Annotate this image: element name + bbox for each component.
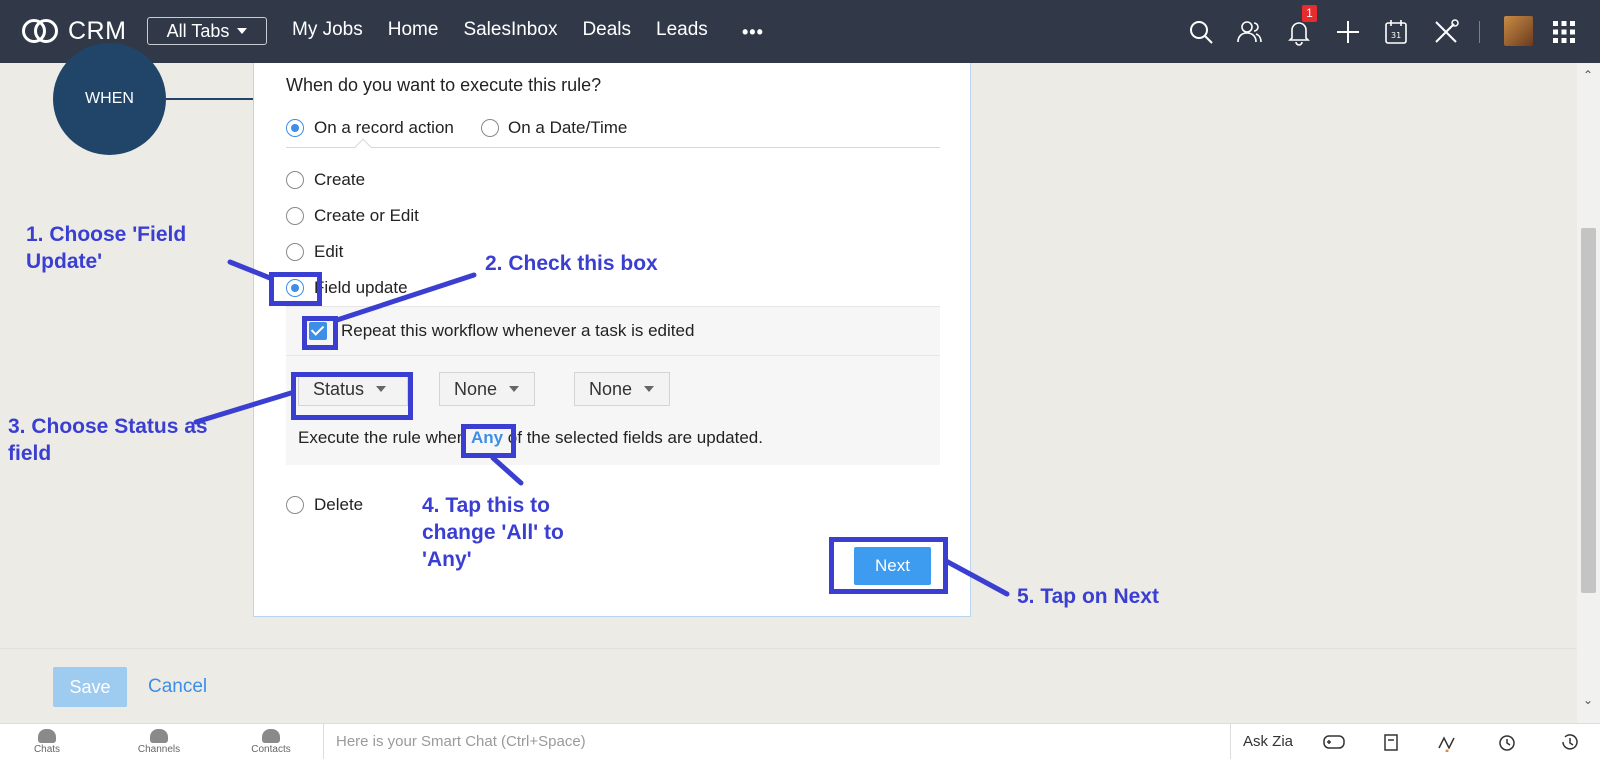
chevron-down-icon (644, 386, 655, 392)
nav-home[interactable]: Home (388, 19, 439, 41)
scroll-up-icon[interactable]: ⌃ (1583, 68, 1593, 82)
bottom-contacts[interactable]: Contacts (226, 724, 316, 759)
highlight-any-link (461, 424, 516, 458)
radio-delete[interactable] (286, 496, 304, 514)
create-label: Create (314, 170, 366, 189)
svg-text:31: 31 (1391, 31, 1401, 40)
radio-create-or-edit[interactable] (286, 207, 304, 225)
brand-name: CRM (68, 16, 127, 45)
all-tabs-label: All Tabs (166, 20, 230, 41)
bottom-bar: Chats Channels Contacts Here is your Sma… (0, 723, 1600, 759)
nav-leads[interactable]: Leads (656, 19, 708, 41)
scroll-down-icon[interactable]: ⌄ (1583, 693, 1593, 707)
field-update-label: Field update (314, 278, 408, 297)
rule-trigger-panel: When do you want to execute this rule? O… (253, 63, 971, 617)
bell-icon[interactable] (1285, 18, 1313, 46)
chats-label: Chats (33, 744, 61, 755)
bottom-chats[interactable]: Chats (2, 724, 92, 759)
notes-icon[interactable] (1380, 732, 1402, 752)
highlight-status-select (291, 372, 413, 420)
form-footer (0, 648, 1577, 723)
chat-icon (38, 729, 56, 743)
gamepad-icon[interactable] (1323, 732, 1345, 752)
delete-label: Delete (314, 495, 364, 514)
all-tabs-dropdown[interactable]: All Tabs (147, 17, 267, 45)
radio-edit[interactable] (286, 243, 304, 261)
annotation-step-4: 4. Tap this to change 'All' to 'Any' (422, 494, 564, 571)
users-icon[interactable] (1236, 18, 1264, 46)
ask-zia-button[interactable]: Ask Zia (1243, 733, 1293, 750)
highlight-next-button (829, 537, 948, 594)
bottom-channels[interactable]: Channels (114, 724, 204, 759)
selected-pointer (354, 138, 372, 156)
crm-logo-icon (20, 15, 62, 47)
top-nav-bar: CRM All Tabs My Jobs Home SalesInbox Dea… (0, 0, 1600, 63)
more-tabs-icon[interactable]: ••• (742, 22, 764, 43)
channels-label: Channels (137, 744, 181, 755)
highlight-repeat-checkbox (302, 316, 338, 350)
cancel-link[interactable]: Cancel (148, 676, 207, 698)
execution-condition-text: Execute the rule when Any of the selecte… (298, 428, 763, 448)
radio-create[interactable] (286, 171, 304, 189)
tools-icon[interactable] (1432, 18, 1460, 46)
create-or-edit-label: Create or Edit (314, 206, 419, 225)
page-scrollbar[interactable]: ⌃ ⌄ (1577, 63, 1600, 723)
annotation-step-1: 1. Choose 'Field Update' (26, 223, 187, 273)
contacts-icon (262, 729, 280, 743)
channels-icon (150, 729, 168, 743)
exec-suffix: of the selected fields are updated. (503, 428, 763, 447)
avatar[interactable] (1504, 16, 1533, 46)
nav-deals[interactable]: Deals (582, 19, 631, 41)
annotation-step-2: 2. Check this box (485, 252, 658, 275)
contacts-label: Contacts (251, 744, 291, 755)
calendar-icon[interactable]: 31 (1382, 18, 1410, 46)
annotation-step-5: 5. Tap on Next (1017, 585, 1159, 608)
when-step-circle: WHEN (53, 43, 166, 155)
workflow-connector (166, 98, 256, 100)
field-select-2[interactable]: None (439, 372, 535, 406)
trigger-question: When do you want to execute this rule? (286, 75, 602, 95)
repeat-workflow-row: Repeat this workflow whenever a task is … (286, 306, 940, 356)
date-time-label: On a Date/Time (508, 118, 628, 137)
scroll-thumb[interactable] (1581, 228, 1596, 593)
search-icon[interactable] (1187, 18, 1215, 46)
field-select-3-value: None (589, 378, 633, 399)
notification-badge: 1 (1302, 5, 1317, 22)
nav-my-jobs[interactable]: My Jobs (292, 19, 363, 41)
repeat-workflow-label: Repeat this workflow whenever a task is … (341, 321, 695, 340)
edit-label: Edit (314, 242, 344, 261)
field-select-3[interactable]: None (574, 372, 670, 406)
chevron-down-icon (509, 386, 520, 392)
radio-record-action[interactable] (286, 119, 304, 137)
zia-icon[interactable] (1436, 732, 1458, 752)
radio-date-time[interactable] (481, 119, 499, 137)
chevron-down-icon (237, 28, 248, 34)
annotation-step-3: 3. Choose Status as field (8, 415, 208, 465)
smart-chat-input[interactable]: Here is your Smart Chat (Ctrl+Space) (323, 724, 1231, 759)
field-select-2-value: None (454, 378, 498, 399)
highlight-field-update (269, 272, 322, 306)
history-icon[interactable] (1559, 732, 1581, 752)
record-action-label: On a record action (314, 118, 454, 137)
trigger-divider (286, 147, 940, 148)
plus-icon[interactable] (1334, 18, 1362, 46)
when-step-label: WHEN (85, 90, 134, 107)
exec-prefix: Execute the rule when (298, 428, 471, 447)
nav-salesinbox[interactable]: SalesInbox (463, 19, 557, 41)
apps-grid-icon[interactable] (1552, 20, 1576, 44)
alarm-icon[interactable] (1496, 732, 1518, 752)
topbar-divider (1479, 21, 1480, 43)
save-button[interactable]: Save (53, 667, 127, 707)
main-nav: My Jobs Home SalesInbox Deals Leads (292, 19, 733, 41)
